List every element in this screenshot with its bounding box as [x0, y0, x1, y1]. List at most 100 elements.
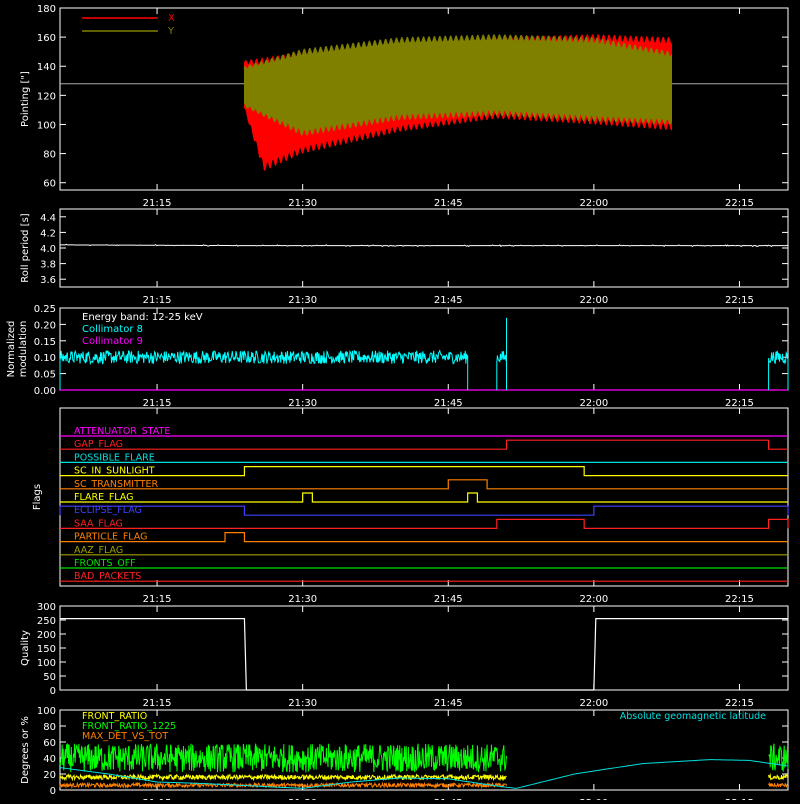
- flags-x-tick-label: 21:30: [288, 594, 317, 605]
- flag-line-eclipse-flag: [59, 505, 789, 516]
- ratios-y-tick-label: 100: [37, 706, 56, 717]
- ratio-series-front-ratio-1225-0: [59, 742, 508, 773]
- flag-line-sc-transmitter: [60, 479, 788, 490]
- roll-x-tick-label: 21:30: [288, 295, 317, 306]
- multi-panel-chart: 21:1521:3021:4522:0022:1522:306080100120…: [6, 4, 789, 804]
- flag-label-eclipse-flag: ECLIPSE_FLAG: [74, 505, 142, 516]
- roll-y-tick-label: 4.4: [40, 213, 56, 224]
- pointing-y-tick-label: 80: [43, 150, 56, 161]
- quality-y-tick-label: 100: [37, 658, 56, 669]
- modulation-x-tick-label: 22:15: [725, 398, 754, 409]
- flag-label-aaz-flag: AAZ_FLAG: [74, 545, 123, 556]
- modulation-x-tick-label: 21:30: [288, 398, 317, 409]
- quality-y-tick-label: 200: [37, 630, 56, 641]
- pointing-y-tick-label: 60: [43, 179, 56, 190]
- ratio-series-max-det-vs-tot-1: [768, 781, 789, 789]
- flag-label-flare-flag: FLARE_FLAG: [74, 492, 134, 503]
- quality-x-tick-label: 21:30: [288, 698, 317, 709]
- pointing-y-tick-label: 120: [37, 91, 56, 102]
- quality-x-tick-label: 22:15: [725, 698, 754, 709]
- flags-x-tick-label: 22:00: [579, 594, 608, 605]
- roll-y-tick-label: 3.8: [40, 260, 56, 271]
- roll-y-tick-label: 3.6: [40, 275, 56, 286]
- pointing-y-tick-label: 160: [37, 33, 56, 44]
- pointing-x-tick-label: 22:15: [725, 198, 754, 209]
- ratio-legend-label-2: MAX_DET_VS_TOT: [82, 731, 168, 742]
- flag-label-particle-flag: PARTICLE_FLAG: [74, 532, 147, 543]
- modulation-b-y-axis-label: modulation: [18, 321, 29, 378]
- quality-y-axis-label: Quality: [20, 630, 31, 666]
- ratios-y-tick-label: 80: [43, 722, 56, 733]
- modulation-y-tick-label: 0.20: [34, 320, 56, 331]
- quality-x-tick-label: 21:45: [434, 698, 463, 709]
- flag-line-flare-flag: [60, 492, 788, 503]
- ratios-y-tick-label: 0: [50, 786, 56, 797]
- modulation-legend-label-0: Energy band: 12-25 keV: [82, 312, 203, 323]
- modulation-a-y-axis-label: Normalized: [6, 321, 17, 378]
- modulation-legend-label-2: Collimator 9: [82, 336, 143, 347]
- collimator-8-segment-1: [496, 351, 508, 390]
- roll-y-axis-label: Roll period [s]: [20, 213, 31, 282]
- pointing-y-tick-label: 100: [37, 120, 56, 131]
- flag-label-possible-flare: POSSIBLE_FLARE: [74, 452, 155, 463]
- flag-line-gap-flag: [60, 439, 788, 450]
- geomagnetic-annotation: Absolute geomagnetic latitude: [620, 711, 766, 722]
- ratios-y-tick-label: 40: [43, 754, 56, 765]
- modulation-y-tick-label: 0.25: [34, 304, 56, 315]
- modulation-x-tick-label: 21:45: [434, 398, 463, 409]
- quality-line: [60, 618, 788, 691]
- pointing-y-tick-label: 140: [37, 62, 56, 73]
- roll-x-tick-label: 21:45: [434, 295, 463, 306]
- modulation-x-tick-label: 22:00: [579, 398, 608, 409]
- roll-plot-frame: [59, 208, 789, 288]
- modulation-y-tick-label: 0.00: [34, 386, 56, 397]
- ratio-series-front-ratio-1225-1: [768, 743, 789, 772]
- ratios-y-axis-label: Degrees or %: [20, 716, 31, 784]
- roll-x-tick-label: 22:00: [579, 295, 608, 306]
- flag-line-particle-flag: [60, 532, 788, 543]
- collimator-8-segment-0: [59, 349, 469, 390]
- flag-line-saa-flag: [60, 518, 789, 529]
- chart-canvas: 21:1521:3021:4522:0022:1522:306080100120…: [0, 0, 800, 804]
- modulation-y-tick-label: 0.05: [34, 370, 56, 381]
- ratios-y-tick-label: 20: [43, 770, 56, 781]
- roll-x-tick-label: 21:15: [143, 295, 172, 306]
- quality-x-tick-label: 21:15: [143, 698, 172, 709]
- flag-label-gap-flag: GAP_FLAG: [74, 439, 123, 450]
- flags-x-tick-label: 22:15: [725, 594, 754, 605]
- ratios-y-tick-label: 60: [43, 738, 56, 749]
- modulation-x-tick-label: 21:15: [143, 398, 172, 409]
- quality-y-tick-label: 300: [37, 602, 56, 613]
- pointing-y-axis-label: Pointing ["]: [20, 71, 31, 127]
- roll-x-tick-label: 22:15: [725, 295, 754, 306]
- flag-label-sc-in-sunlight: SC_IN_SUNLIGHT: [74, 466, 155, 477]
- roll-period-line: [60, 243, 789, 248]
- flag-label-attenuator-state: ATTENUATOR_STATE: [74, 426, 170, 437]
- ratio-series-max-det-vs-tot-0: [59, 781, 507, 790]
- roll-y-tick-label: 4.2: [40, 228, 56, 239]
- flag-label-sc-transmitter: SC_TRANSMITTER: [74, 479, 159, 490]
- modulation-y-tick-label: 0.15: [34, 337, 56, 348]
- flag-line-sc-in-sunlight: [60, 466, 788, 477]
- modulation-legend-label-1: Collimator 8: [82, 324, 143, 335]
- pointing-y-tick-label: 180: [37, 4, 56, 15]
- pointing-x-tick-label: 21:45: [434, 198, 463, 209]
- roll-y-tick-label: 4.0: [40, 244, 56, 255]
- quality-y-tick-label: 0: [50, 686, 56, 697]
- pointing-x-tick-label: 22:00: [579, 198, 608, 209]
- flag-label-saa-flag: SAA_FLAG: [74, 518, 123, 529]
- flags-x-tick-label: 21:45: [434, 594, 463, 605]
- flags-y-axis-label: Flags: [32, 484, 43, 510]
- quality-y-tick-label: 150: [37, 644, 56, 655]
- flag-label-fronts-off: FRONTS_OFF: [74, 558, 136, 569]
- pointing-legend-label-x: X: [168, 13, 175, 24]
- quality-x-tick-label: 22:00: [579, 698, 608, 709]
- ratio-series-front-ratio-1: [768, 772, 789, 781]
- pointing-legend-label-y: Y: [167, 26, 175, 37]
- flag-label-bad-packets: BAD_PACKETS: [74, 571, 141, 582]
- quality-y-tick-label: 50: [43, 672, 56, 683]
- quality-y-tick-label: 250: [37, 616, 56, 627]
- modulation-y-tick-label: 0.10: [34, 353, 56, 364]
- pointing-x-tick-label: 21:15: [143, 198, 172, 209]
- pointing-x-tick-label: 21:30: [288, 198, 317, 209]
